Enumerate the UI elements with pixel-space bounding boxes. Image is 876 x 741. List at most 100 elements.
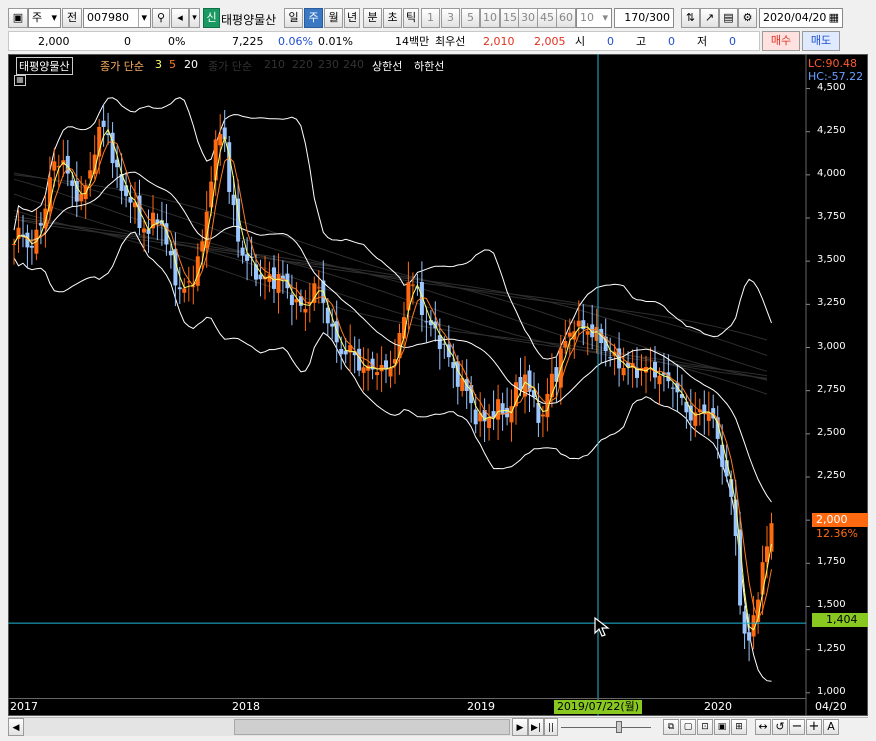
candle-body [231,194,236,206]
interval-15[interactable]: 15 [500,8,520,28]
zoom-in-icon[interactable]: + [806,719,822,735]
quote-price: 2,000 [38,35,70,48]
stock-code-input[interactable]: 007980 ▾ [83,8,151,28]
y-tick-label: 1,000 [817,685,846,697]
chart-type-icon[interactable]: ▣ [8,8,28,28]
zoom-out-icon[interactable]: − [789,719,805,735]
grid-icon[interactable]: ▦ [14,75,26,86]
y-tick-label: 3,500 [817,254,846,266]
candle-body [12,243,16,245]
interval-10[interactable]: 10 [480,8,500,28]
quote-change: 0 [124,35,131,48]
candle-body [213,139,218,181]
x-label-2019: 2019 [467,700,495,713]
buy-button[interactable]: 매수 [762,31,800,51]
interval-45[interactable]: 45 [537,8,557,28]
count-input[interactable]: 170/300 [614,8,674,28]
y-tick-label: 2,500 [817,426,846,438]
stock-name-box[interactable]: 태평양물산 [16,57,73,75]
reset-icon[interactable]: ↺ [772,719,788,735]
window-icon-3[interactable]: ⊡ [697,719,713,735]
line-tool-icon[interactable]: ↗ [700,8,719,28]
x-label-2017: 2017 [10,700,38,713]
candle-body [88,170,93,179]
auto-scale-icon[interactable]: A [823,719,839,735]
cursor-price-badge: 1,404 [812,613,868,627]
window-icon-4[interactable]: ▣ [714,719,730,735]
interval-5[interactable]: 5 [461,8,480,28]
interval-30[interactable]: 30 [518,8,538,28]
y-tick-label: 3,250 [817,297,846,309]
lower-band-line [13,231,772,682]
gear-icon[interactable]: ⚙ [738,8,757,28]
count-total: /300 [645,11,670,24]
search-icon[interactable]: ⚲ [152,8,170,28]
candle-body [410,284,415,286]
compare-icon[interactable]: ⇅ [681,8,700,28]
candle-body [657,375,662,385]
period-minute[interactable]: 분 [363,8,382,28]
quote-open-label: 시 [575,35,586,48]
market-type-select[interactable]: 주 ▾ [28,8,61,28]
candle-body [16,227,21,239]
scroll-left-icon[interactable]: ◀ [8,718,24,736]
window-icon-1[interactable]: ⧉ [663,719,679,735]
scroll-end-icon[interactable]: ▶| [528,718,544,736]
chevron-down-icon: ▾ [51,11,57,24]
y-tick-label: 2,250 [817,470,846,481]
period-day[interactable]: 일 [284,8,303,28]
interval-select[interactable]: 10 ▾ [576,8,612,28]
scroll-right-icon[interactable]: ▶ [512,718,528,736]
dropdown-button[interactable]: ▾ [189,8,200,28]
x-label-2020: 2020 [704,700,732,713]
sell-button[interactable]: 매도 [802,31,840,51]
candle-body [769,523,774,552]
zoom-slider[interactable] [561,721,651,733]
period-month[interactable]: 월 [324,8,343,28]
x-axis [8,698,806,715]
candle-body [742,611,747,634]
candle-body [182,288,187,293]
zoom-slider-thumb[interactable] [616,721,622,733]
new-badge[interactable]: 신 [203,8,220,28]
quote-high-value: 0 [668,35,675,48]
scrollbar-thumb[interactable] [234,719,510,735]
period-second[interactable]: 초 [383,8,402,28]
period-year[interactable]: 년 [344,8,360,28]
candle-body [567,332,572,337]
date-input[interactable]: 2020/04/20 ▦ [759,8,843,28]
candle-body [124,185,129,197]
quote-bid: 2,005 [534,35,566,48]
period-tick[interactable]: 틱 [403,8,419,28]
interval-60[interactable]: 60 [556,8,576,28]
upper-limit-label: 상한선 [372,60,403,73]
y-tick-label: 1,250 [817,642,846,654]
fit-icon[interactable]: ↔ [755,719,771,735]
interval-3[interactable]: 3 [441,8,460,28]
candle-body [70,180,75,186]
ma20-period: 20 [184,58,198,71]
date-value: 2020/04/20 [763,11,827,24]
interval-select-value: 10 [580,11,594,24]
prev-button[interactable]: 전 [62,8,82,28]
period-week[interactable]: 주 [304,8,323,28]
scrollbar-track[interactable] [24,718,512,736]
candle-body [424,321,429,323]
candle-body [258,274,263,280]
lower-limit-label: 하한선 [414,60,445,73]
quote-change-pct: 0% [168,35,186,48]
candle-body [52,161,57,171]
candle-body [608,357,613,359]
ma210-period: 210 [264,58,285,71]
interval-1[interactable]: 1 [421,8,440,28]
scroll-pause-icon[interactable]: || [544,718,558,736]
save-icon[interactable]: ▤ [719,8,738,28]
candle-body [375,372,380,376]
window-icon-2[interactable]: ▢ [680,719,696,735]
speaker-icon[interactable]: ◂ [171,8,189,28]
candle-body [240,247,245,256]
window-icon-5[interactable]: ⊞ [731,719,747,735]
candle-body [576,320,581,327]
price-chart[interactable] [8,54,868,716]
candle-body [451,362,456,369]
